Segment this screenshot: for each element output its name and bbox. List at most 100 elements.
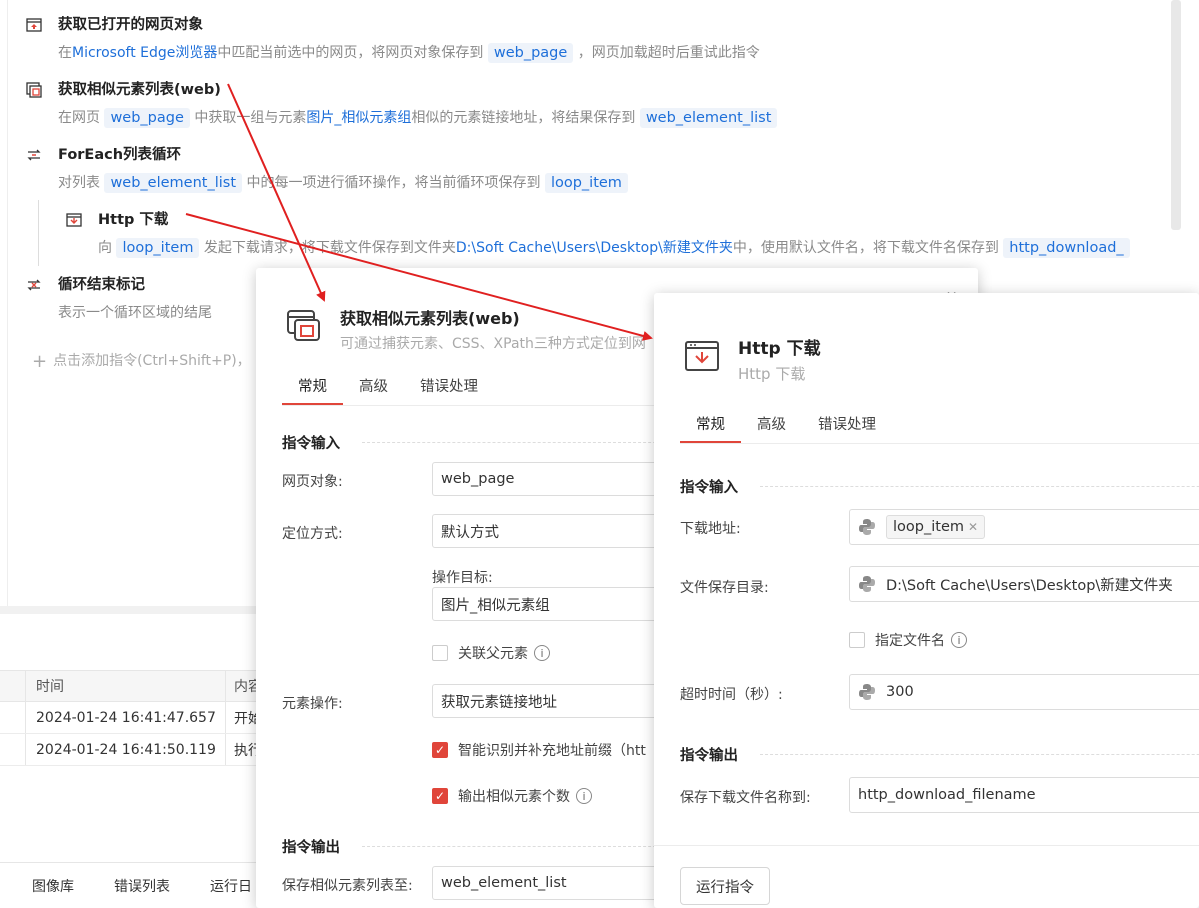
desc-text: 对列表	[58, 175, 100, 191]
desc-text: 中匹配当前选中的网页，将网页对象保存到	[217, 45, 484, 61]
tab-advanced[interactable]: 高级	[741, 407, 802, 443]
add-command-label: 点击添加指令(Ctrl+Shift+P)，	[53, 353, 251, 369]
checkbox-label: 指定文件名	[875, 633, 945, 649]
tab-error-list[interactable]: 错误列表	[114, 876, 170, 896]
desc-text: 中获取一组与元素	[194, 110, 307, 126]
command-title: 获取相似元素列表(web)	[58, 82, 221, 98]
loop-end-icon	[27, 279, 41, 291]
command-get-opened-page[interactable]: 获取已打开的网页对象 在Microsoft Edge浏览器中匹配当前选中的网页，…	[26, 15, 760, 65]
checkbox-specify-filename[interactable]: 指定文件名 i	[849, 630, 967, 650]
field-value: 300	[886, 684, 914, 700]
label-download-url: 下载地址:	[680, 521, 741, 537]
tab-general[interactable]: 常规	[282, 369, 343, 405]
dialog-header: Http 下载 Http 下载	[684, 338, 821, 384]
log-row[interactable]: 2024-01-24 16:41:47.657 开始	[0, 702, 270, 734]
download-icon	[66, 213, 82, 227]
python-icon	[859, 576, 875, 592]
log-header: 时间 内容	[0, 670, 270, 702]
add-command-hint[interactable]: + 点击添加指令(Ctrl+Shift+P)，	[32, 350, 251, 372]
info-icon[interactable]: i	[576, 788, 592, 804]
field-value: 图片_相似元素组	[441, 597, 550, 614]
command-get-similar-elements[interactable]: 获取相似元素列表(web) 在网页 web_page 中获取一组与元素图片_相似…	[26, 80, 778, 130]
tab-run-log[interactable]: 运行日	[210, 876, 252, 896]
dialog-header: 获取相似元素列表(web) 可通过捕获元素、CSS、XPath三种方式定位到网	[286, 308, 646, 354]
field-value: web_page	[441, 471, 515, 487]
checkbox-box[interactable]	[432, 645, 448, 661]
label-timeout: 超时时间（秒）:	[680, 687, 783, 703]
dialog-tabs: 常规 高级 错误处理	[680, 407, 1199, 444]
variable-loop-item: loop_item	[544, 173, 628, 193]
command-title: Http 下载	[98, 212, 169, 228]
desc-text: 发起下载请求，将下载文件保存到文件夹	[203, 240, 456, 256]
element-list-icon	[26, 82, 42, 98]
label-save-dir: 文件保存目录:	[680, 580, 769, 596]
label-operation: 元素操作:	[282, 696, 343, 712]
plus-icon: +	[32, 351, 48, 372]
tab-image-library[interactable]: 图像库	[32, 876, 74, 896]
variable-web-element-list: web_element_list	[639, 108, 778, 128]
tab-general[interactable]: 常规	[680, 407, 741, 443]
label-page: 网页对象:	[282, 474, 343, 490]
log-cell-time: 2024-01-24 16:41:50.119	[26, 734, 226, 765]
log-cell-time: 2024-01-24 16:41:47.657	[26, 702, 226, 733]
checkbox-box[interactable]: ✓	[432, 742, 448, 758]
section-title: 指令输入	[282, 436, 340, 452]
bottom-tab-bar: 图像库 错误列表 运行日	[0, 862, 270, 908]
log-header-time: 时间	[26, 671, 226, 701]
tab-error-handling[interactable]: 错误处理	[802, 407, 892, 443]
label-target: 操作目标:	[432, 570, 493, 586]
desc-text: 中，使用默认文件名，将下载文件名保存到	[732, 240, 999, 256]
desc-text: 相似的元素链接地址，将结果保存到	[411, 110, 636, 126]
scrollbar[interactable]	[1171, 0, 1181, 230]
desc-text: 在	[58, 45, 72, 61]
label-save-filename: 保存下载文件名称到:	[680, 790, 811, 806]
dialog-subtitle: 可通过捕获元素、CSS、XPath三种方式定位到网	[340, 336, 646, 352]
save-dir-field[interactable]: D:\Soft Cache\Users\Desktop\新建文件夹	[849, 566, 1199, 602]
command-loop-end[interactable]: 循环结束标记 表示一个循环区域的结尾	[26, 275, 212, 325]
log-header-index	[0, 671, 26, 701]
checkbox-box[interactable]: ✓	[432, 788, 448, 804]
checkbox-parent-element[interactable]: 关联父元素 i	[432, 643, 550, 663]
variable-tag[interactable]: loop_item ✕	[886, 515, 986, 539]
field-value: D:\Soft Cache\Users\Desktop\新建文件夹	[886, 577, 1173, 594]
tag-label: loop_item	[893, 519, 964, 535]
loop-indent-line	[38, 200, 39, 266]
dialog-subtitle: Http 下载	[738, 365, 806, 383]
desc-text: 中的每一项进行循环操作，将当前循环项保存到	[246, 175, 541, 191]
remove-tag-icon[interactable]: ✕	[968, 520, 978, 534]
variable-loop-item: loop_item	[116, 238, 200, 258]
section-title: 指令输出	[680, 748, 738, 764]
desc-text: 表示一个循环区域的结尾	[58, 305, 212, 321]
section-output: 指令输出	[680, 744, 1199, 765]
python-icon	[859, 519, 875, 535]
dialog-footer-divider	[654, 845, 1199, 846]
run-command-button[interactable]: 运行指令	[680, 867, 770, 905]
http-download-dialog: Http 下载 Http 下载 常规 高级 错误处理 指令输入 下载地址: lo…	[654, 293, 1199, 908]
loop-icon	[27, 149, 41, 161]
left-gutter	[0, 0, 8, 606]
python-icon	[859, 684, 875, 700]
command-foreach[interactable]: ForEach列表循环 对列表 web_element_list 中的每一项进行…	[26, 145, 628, 195]
command-title: ForEach列表循环	[58, 147, 182, 163]
desc-text: 向	[98, 240, 112, 256]
desc-text: 在网页	[58, 110, 100, 126]
download-url-field[interactable]: loop_item ✕	[849, 509, 1199, 545]
checkbox-box[interactable]	[849, 632, 865, 648]
element-link: 图片_相似元素组	[306, 110, 412, 126]
save-filename-field[interactable]: http_download_filename	[849, 777, 1199, 813]
folder-path-link: D:\Soft Cache\Users\Desktop\新建文件夹	[455, 240, 733, 256]
timeout-field[interactable]: 300	[849, 674, 1199, 710]
checkbox-output-count[interactable]: ✓ 输出相似元素个数 i	[432, 786, 592, 806]
desc-text: ，网页加载超时后重试此指令	[577, 45, 760, 61]
command-http-download[interactable]: Http 下载 向 loop_item 发起下载请求，将下载文件保存到文件夹D:…	[66, 210, 1130, 260]
tab-advanced[interactable]: 高级	[343, 369, 404, 405]
log-row[interactable]: 2024-01-24 16:41:50.119 执行	[0, 734, 270, 766]
tab-error-handling[interactable]: 错误处理	[404, 369, 494, 405]
checkbox-smart-prefix[interactable]: ✓ 智能识别并补充地址前缀（htt	[432, 740, 646, 760]
info-icon[interactable]: i	[951, 632, 967, 648]
dialog-title: Http 下载	[738, 339, 821, 359]
field-value: http_download_filename	[858, 787, 1036, 803]
field-value: web_element_list	[441, 875, 567, 891]
info-icon[interactable]: i	[534, 645, 550, 661]
variable-web-page: web_page	[104, 108, 190, 128]
